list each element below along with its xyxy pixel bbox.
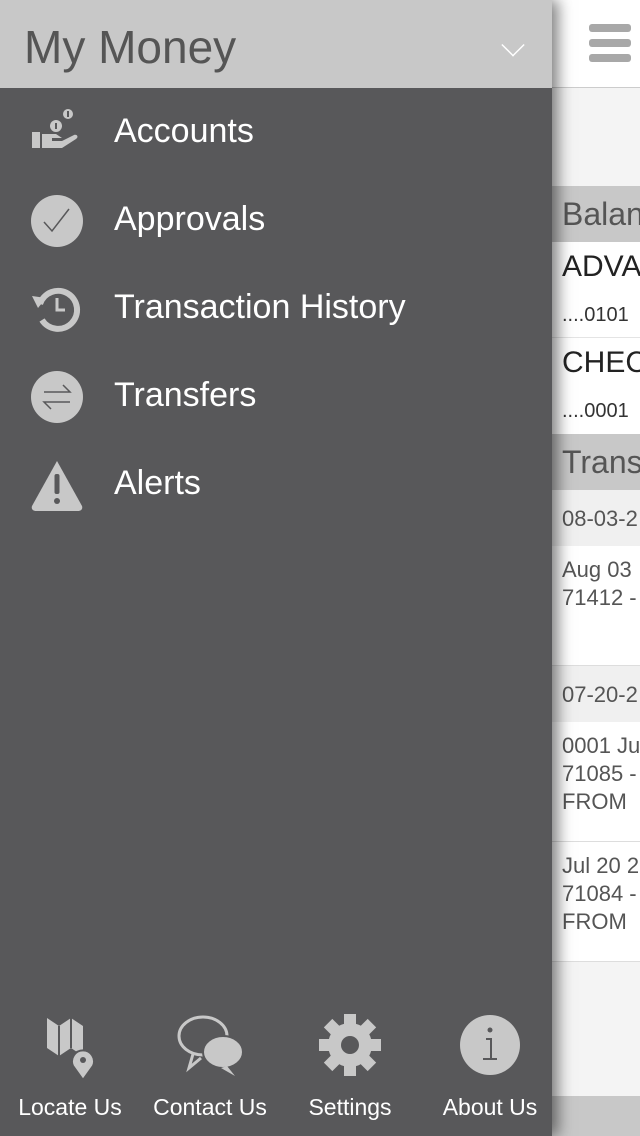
footer-label: About Us <box>442 1094 538 1120</box>
account-name: ADVA <box>562 250 640 283</box>
transaction-line: FROM <box>562 789 627 814</box>
transfer-arrows-icon <box>31 371 83 423</box>
history-icon <box>32 287 81 332</box>
drawer-header[interactable]: My Money <box>0 0 552 88</box>
hamburger-menu-icon[interactable] <box>589 24 631 69</box>
chat-bubbles-icon <box>177 1015 244 1076</box>
menu-item-transfers[interactable]: Transfers <box>0 352 552 440</box>
accounts-hand-coins-icon <box>32 109 78 148</box>
footer-label: Settings <box>308 1094 392 1120</box>
transaction-line: 0001 Ju <box>562 733 640 758</box>
transaction-line: 71412 - <box>562 585 637 610</box>
transaction-line: FROM <box>562 909 627 934</box>
menu-item-label: Transaction History <box>114 288 406 326</box>
account-row[interactable]: ADVA ....0101 <box>552 242 640 338</box>
account-number: ....0001 <box>562 400 629 422</box>
menu-item-label: Approvals <box>114 200 266 238</box>
warning-icon <box>31 461 83 511</box>
transaction-line: 71085 - <box>562 761 637 786</box>
date-header: 07-20-2 <box>552 666 640 722</box>
footer-settings[interactable]: Settings <box>280 1010 420 1121</box>
footer-locate-us[interactable]: Locate Us <box>0 1010 140 1121</box>
menu-item-approvals[interactable]: Approvals <box>0 176 552 264</box>
footer-contact-us[interactable]: Contact Us <box>140 1010 280 1121</box>
menu-item-transaction-history[interactable]: Transaction History <box>0 264 552 352</box>
transaction-line: Aug 03 <box>562 557 632 582</box>
bottom-bar <box>552 1096 640 1136</box>
menu-item-label: Alerts <box>114 464 201 502</box>
menu-item-accounts[interactable]: Accounts <box>0 88 552 176</box>
account-number: ....0101 <box>562 304 629 326</box>
account-row[interactable]: CHEC ....0001 <box>552 338 640 434</box>
account-name: CHEC <box>562 346 640 379</box>
drawer-title: My Money <box>24 21 237 73</box>
transaction-line: 71084 - <box>562 881 637 906</box>
main-content: Balan ADVA ....0101 CHEC ....0001 Trans … <box>552 0 640 1136</box>
footer-about-us[interactable]: About Us <box>420 1010 560 1121</box>
top-bar <box>552 0 640 88</box>
footer-label: Locate Us <box>18 1094 122 1120</box>
transaction-row[interactable]: Jul 20 2 71084 - FROM <box>552 842 640 962</box>
navigation-drawer: My Money Accounts Approvals Transaction … <box>0 0 552 1136</box>
chevron-down-icon[interactable] <box>501 33 525 57</box>
menu-item-alerts[interactable]: Alerts <box>0 440 552 528</box>
info-icon <box>460 1015 520 1075</box>
gear-icon <box>319 1014 381 1076</box>
transaction-line: Jul 20 2 <box>562 853 640 878</box>
transaction-row[interactable]: 0001 Ju 71085 - FROM <box>552 722 640 842</box>
map-pin-icon <box>47 1018 95 1080</box>
transaction-row[interactable]: Aug 03 71412 - <box>552 546 640 666</box>
date-header: 08-03-2 <box>552 490 640 546</box>
footer-label: Contact Us <box>153 1094 267 1120</box>
menu-item-label: Transfers <box>114 376 257 414</box>
balances-header: Balan <box>552 186 640 242</box>
checkmark-circle-icon <box>31 195 83 247</box>
transactions-header: Trans <box>552 434 640 490</box>
menu-item-label: Accounts <box>114 112 254 150</box>
